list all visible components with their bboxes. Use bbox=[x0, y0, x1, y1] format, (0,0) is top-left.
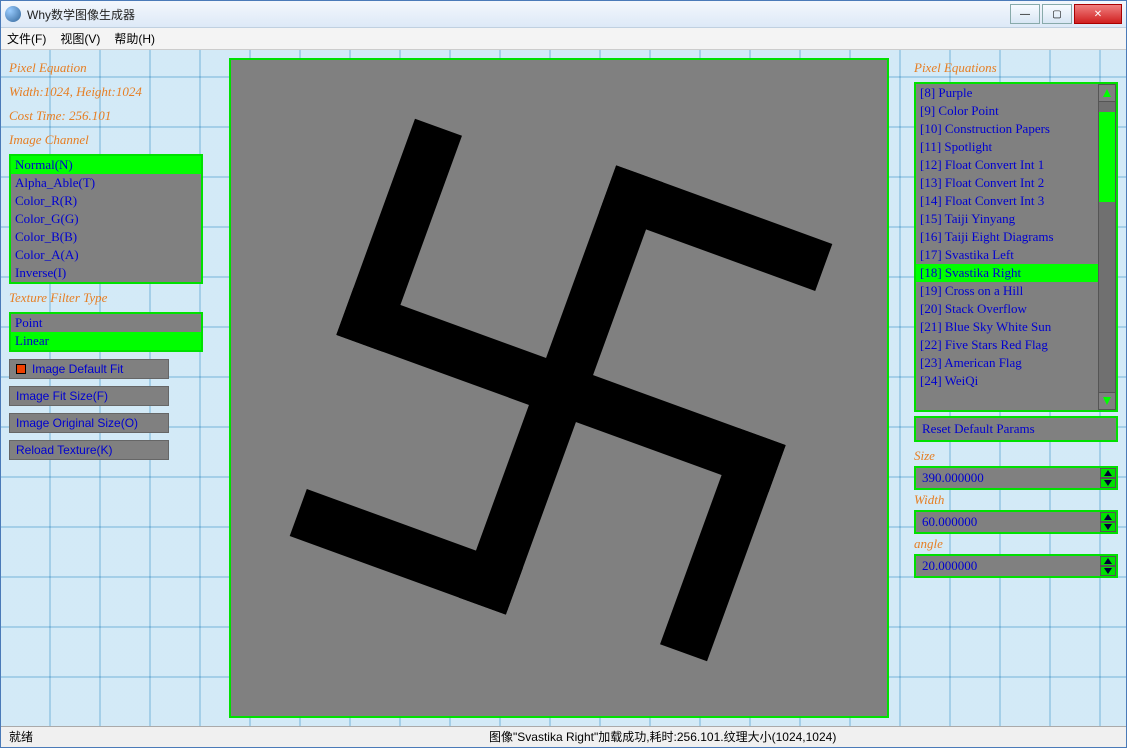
radio-on-icon bbox=[16, 364, 26, 374]
status-message: 图像"Svastika Right"加载成功,耗时:256.101.纹理大小(1… bbox=[489, 728, 1118, 745]
spin-down-button[interactable] bbox=[1100, 522, 1116, 532]
param-spinner[interactable]: 20.000000 bbox=[914, 554, 1118, 578]
param-value: 20.000000 bbox=[916, 558, 1100, 574]
image-channel-label: Image Channel bbox=[9, 132, 203, 148]
triangle-up-icon bbox=[1101, 87, 1113, 99]
spin-down-button[interactable] bbox=[1100, 478, 1116, 488]
channel-item[interactable]: Color_A(A) bbox=[11, 246, 201, 264]
equation-item[interactable]: [16] Taiji Eight Diagrams bbox=[916, 228, 1098, 246]
channel-item[interactable]: Inverse(I) bbox=[11, 264, 201, 282]
image-default-fit-label: Image Default Fit bbox=[32, 362, 123, 376]
image-fit-size-label: Image Fit Size(F) bbox=[16, 389, 108, 403]
cost-time-label: Cost Time: 256.101 bbox=[9, 108, 203, 124]
spin-up-button[interactable] bbox=[1100, 512, 1116, 522]
param-spinner[interactable]: 60.000000 bbox=[914, 510, 1118, 534]
reload-texture-label: Reload Texture(K) bbox=[16, 443, 113, 457]
titlebar: Why数学图像生成器 — ▢ ✕ bbox=[1, 1, 1126, 28]
image-fit-size-button[interactable]: Image Fit Size(F) bbox=[9, 386, 169, 406]
spin-up-button[interactable] bbox=[1100, 468, 1116, 478]
scroll-track[interactable] bbox=[1098, 102, 1116, 392]
equation-item[interactable]: [8] Purple bbox=[916, 84, 1098, 102]
equation-item[interactable]: [10] Construction Papers bbox=[916, 120, 1098, 138]
filter-list: PointLinear bbox=[9, 312, 203, 352]
equation-item[interactable]: [18] Svastika Right bbox=[916, 264, 1098, 282]
chevron-up-icon bbox=[1104, 470, 1112, 476]
equation-list: [8] Purple[9] Color Point[10] Constructi… bbox=[914, 82, 1118, 412]
heading-pixel-equation: Pixel Equation bbox=[9, 60, 203, 76]
channel-item[interactable]: Alpha_Able(T) bbox=[11, 174, 201, 192]
reload-texture-button[interactable]: Reload Texture(K) bbox=[9, 440, 169, 460]
right-panel: Pixel Equations [8] Purple[9] Color Poin… bbox=[906, 50, 1126, 726]
param-spinner[interactable]: 390.000000 bbox=[914, 466, 1118, 490]
window-controls: — ▢ ✕ bbox=[1010, 4, 1122, 24]
app-icon bbox=[5, 6, 21, 22]
equation-item[interactable]: [23] American Flag bbox=[916, 354, 1098, 372]
params-container: Size 390.000000 Width 60.000000 angle 20.0000… bbox=[914, 446, 1118, 578]
canvas-area bbox=[211, 50, 906, 726]
equation-item[interactable]: [20] Stack Overflow bbox=[916, 300, 1098, 318]
chevron-up-icon bbox=[1104, 514, 1112, 520]
equation-item[interactable]: [17] Svastika Left bbox=[916, 246, 1098, 264]
channel-item[interactable]: Color_B(B) bbox=[11, 228, 201, 246]
equation-item[interactable]: [13] Float Convert Int 2 bbox=[916, 174, 1098, 192]
client-area: Pixel Equation Width:1024, Height:1024 C… bbox=[1, 50, 1126, 726]
channel-item[interactable]: Color_R(R) bbox=[11, 192, 201, 210]
rendered-image bbox=[231, 60, 889, 718]
minimize-button[interactable]: — bbox=[1010, 4, 1040, 24]
close-button[interactable]: ✕ bbox=[1074, 4, 1122, 24]
equation-item[interactable]: [15] Taiji Yinyang bbox=[916, 210, 1098, 228]
equation-item[interactable]: [22] Five Stars Red Flag bbox=[916, 336, 1098, 354]
reset-default-params-button[interactable]: Reset Default Params bbox=[914, 416, 1118, 442]
chevron-down-icon bbox=[1104, 568, 1112, 574]
equation-item[interactable]: [19] Cross on a Hill bbox=[916, 282, 1098, 300]
param-value: 60.000000 bbox=[916, 514, 1100, 530]
equation-item[interactable]: [21] Blue Sky White Sun bbox=[916, 318, 1098, 336]
spin-up-button[interactable] bbox=[1100, 556, 1116, 566]
param-value: 390.000000 bbox=[916, 470, 1100, 486]
param-label: angle bbox=[914, 536, 1118, 552]
spin-down-button[interactable] bbox=[1100, 566, 1116, 576]
render-canvas bbox=[229, 58, 889, 718]
maximize-button[interactable]: ▢ bbox=[1042, 4, 1072, 24]
image-original-size-button[interactable]: Image Original Size(O) bbox=[9, 413, 169, 433]
filter-item[interactable]: Linear bbox=[11, 332, 201, 350]
menu-help[interactable]: 帮助(H) bbox=[114, 30, 155, 47]
statusbar: 就绪 图像"Svastika Right"加载成功,耗时:256.101.纹理大… bbox=[1, 726, 1126, 747]
channel-list: Normal(N)Alpha_Able(T)Color_R(R)Color_G(… bbox=[9, 154, 203, 284]
equation-items: [8] Purple[9] Color Point[10] Constructi… bbox=[916, 84, 1098, 410]
image-original-size-label: Image Original Size(O) bbox=[16, 416, 138, 430]
filter-type-label: Texture Filter Type bbox=[9, 290, 203, 306]
scroll-up-button[interactable] bbox=[1098, 84, 1116, 102]
app-window: Why数学图像生成器 — ▢ ✕ 文件(F) 视图(V) 帮助(H) Pixel… bbox=[0, 0, 1127, 748]
chevron-down-icon bbox=[1104, 524, 1112, 530]
equation-item[interactable]: [24] WeiQi bbox=[916, 372, 1098, 390]
pixel-equations-label: Pixel Equations bbox=[914, 60, 1118, 76]
equation-item[interactable]: [14] Float Convert Int 3 bbox=[916, 192, 1098, 210]
channel-item[interactable]: Color_G(G) bbox=[11, 210, 201, 228]
window-title: Why数学图像生成器 bbox=[27, 6, 1010, 23]
equation-scrollbar bbox=[1098, 84, 1116, 410]
param-label: Size bbox=[914, 448, 1118, 464]
menubar: 文件(F) 视图(V) 帮助(H) bbox=[1, 28, 1126, 49]
chevron-down-icon bbox=[1104, 480, 1112, 486]
equation-item[interactable]: [11] Spotlight bbox=[916, 138, 1098, 156]
scroll-down-button[interactable] bbox=[1098, 392, 1116, 410]
scroll-thumb[interactable] bbox=[1099, 112, 1115, 202]
equation-item[interactable]: [12] Float Convert Int 1 bbox=[916, 156, 1098, 174]
status-ready: 就绪 bbox=[9, 728, 489, 745]
menu-view[interactable]: 视图(V) bbox=[60, 30, 100, 47]
chevron-up-icon bbox=[1104, 558, 1112, 564]
channel-item[interactable]: Normal(N) bbox=[11, 156, 201, 174]
dimensions-label: Width:1024, Height:1024 bbox=[9, 84, 203, 100]
menu-file[interactable]: 文件(F) bbox=[7, 30, 46, 47]
image-default-fit-button[interactable]: Image Default Fit bbox=[9, 359, 169, 379]
triangle-down-icon bbox=[1101, 395, 1113, 407]
filter-item[interactable]: Point bbox=[11, 314, 201, 332]
left-panel: Pixel Equation Width:1024, Height:1024 C… bbox=[1, 50, 211, 726]
equation-item[interactable]: [9] Color Point bbox=[916, 102, 1098, 120]
param-label: Width bbox=[914, 492, 1118, 508]
